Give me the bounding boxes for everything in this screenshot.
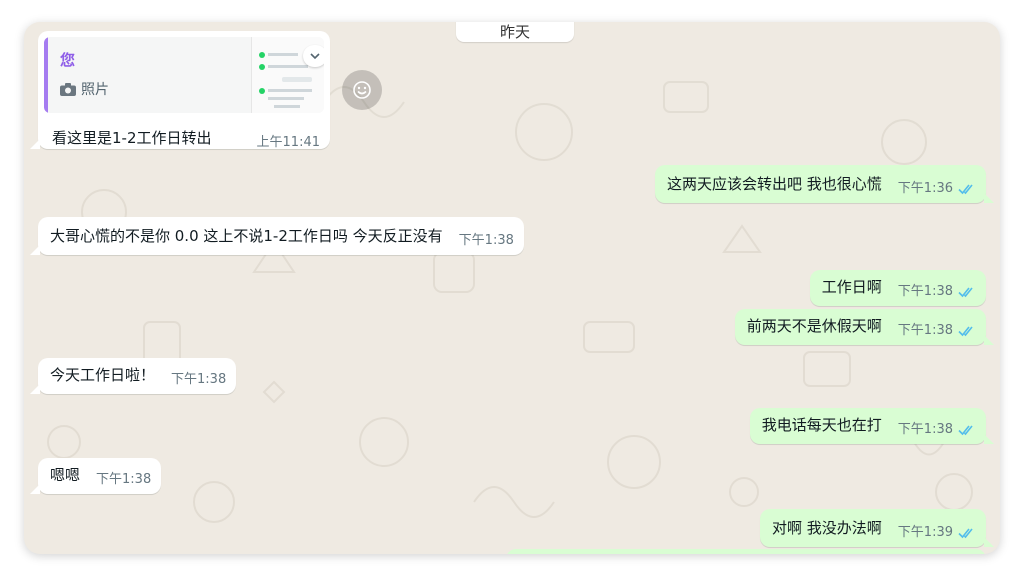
message-incoming[interactable]: 大哥心慌的不是你 0.0 这上不说1-2工作日吗 今天反正没有 下午1:38: [30, 217, 524, 255]
double-check-icon: [958, 528, 973, 539]
message-time: 下午1:39: [897, 525, 953, 540]
message-text: 大哥心慌的不是你 0.0 这上不说1-2工作日吗 今天反正没有: [50, 227, 443, 245]
message-text: 嗯嗯: [50, 466, 81, 484]
message-incoming[interactable]: 嗯嗯 下午1:38: [29, 458, 162, 494]
quoted-reply-message[interactable]: 您 照片 看这里是1-2工作日转出 上午11:41: [30, 31, 330, 150]
message-text: 对啊 我没办法啊: [772, 519, 882, 537]
message-time: 下午1:38: [96, 472, 152, 487]
quote-accent-bar: [44, 37, 48, 113]
quote-author: 您: [60, 51, 76, 69]
message-time: 下午1:38: [897, 323, 953, 338]
message-incoming[interactable]: 今天工作日啦！ 下午1:38: [29, 358, 237, 394]
quote-type: 照片: [60, 79, 109, 99]
message-text: 这两天应该会转出吧 我也很心慌: [667, 175, 882, 193]
chat-window: 昨天 您 照片 看这里是1-2工作日转出 上午11:41 这两天应该会转出吧 我…: [24, 22, 1000, 554]
message-time: 下午1:38: [897, 284, 953, 299]
message-outgoing-partial[interactable]: [506, 549, 986, 554]
message-time: 下午1:36: [897, 181, 953, 196]
quoted-preview[interactable]: 您 照片: [44, 37, 324, 113]
message-outgoing[interactable]: 我电话每天也在打 下午1:38: [749, 408, 995, 444]
message-text: 今天工作日啦！: [50, 366, 156, 384]
double-check-icon: [958, 326, 973, 337]
message-time: 下午1:38: [171, 372, 227, 387]
double-check-icon: [958, 425, 973, 436]
date-separator: 昨天: [456, 22, 574, 42]
message-menu-button[interactable]: [303, 45, 324, 67]
date-label: 昨天: [499, 23, 530, 41]
message-text: 看这里是1-2工作日转出: [52, 129, 212, 147]
message-outgoing[interactable]: 对啊 我没办法啊 下午1:39: [760, 509, 994, 547]
message-outgoing[interactable]: 这两天应该会转出吧 我也很心慌 下午1:36: [655, 165, 994, 203]
double-check-icon: [958, 287, 973, 298]
camera-icon: [60, 82, 76, 96]
chevron-down-icon: [310, 52, 320, 59]
emoji-react-icon: [353, 81, 371, 99]
emoji-react-button[interactable]: [342, 70, 382, 110]
message-outgoing[interactable]: 前两天不是休假天啊 下午1:38: [734, 309, 995, 345]
quote-type-label: 照片: [81, 82, 109, 98]
message-time: 下午1:38: [458, 233, 514, 248]
message-time: 下午1:38: [897, 422, 953, 437]
message-time: 上午11:41: [256, 135, 320, 150]
message-text: 工作日啊: [821, 278, 882, 296]
message-text: 前两天不是休假天啊: [746, 317, 882, 335]
message-text: 我电话每天也在打: [761, 416, 882, 434]
double-check-icon: [958, 184, 973, 195]
message-outgoing[interactable]: 工作日啊 下午1:38: [809, 270, 986, 306]
